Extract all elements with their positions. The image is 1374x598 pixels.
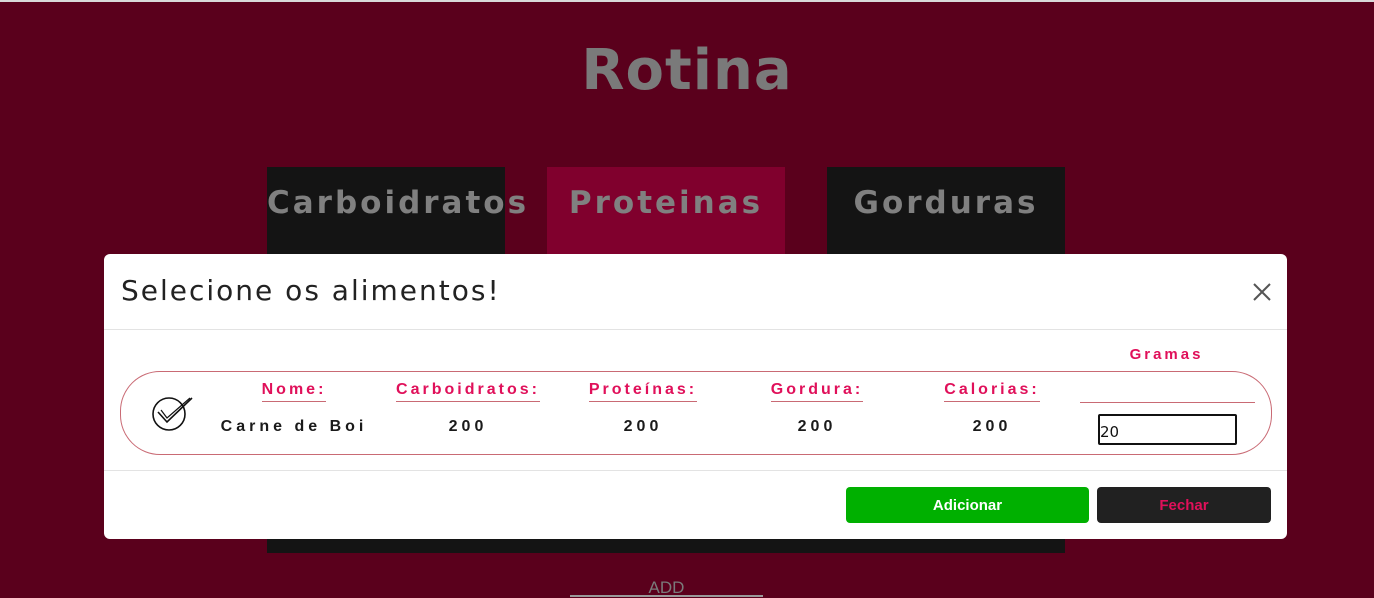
item-proteinas: 200 [623, 418, 663, 435]
column-header-carboidratos: Carboidratos: [396, 381, 540, 402]
column-calorias: Calorias: 200 [906, 381, 1078, 436]
item-gordura: 200 [797, 418, 837, 435]
gramas-input[interactable] [1098, 414, 1237, 445]
column-header-nome: Nome: [261, 381, 327, 402]
add-underline [570, 595, 763, 597]
close-icon[interactable] [1250, 280, 1274, 304]
modal-footer-divider [104, 470, 1287, 471]
item-calorias: 200 [972, 418, 1012, 435]
add-button[interactable]: Adicionar [846, 487, 1089, 523]
column-proteinas: Proteínas: 200 [557, 381, 729, 436]
column-header-calorias: Calorias: [944, 381, 1040, 402]
item-carboidratos: 200 [448, 418, 488, 435]
page-title: Rotina [581, 38, 793, 103]
column-header-gordura: Gordura: [770, 381, 864, 402]
tab-carboidratos[interactable]: Carboidratos [267, 167, 526, 257]
gramas-label: Gramas [1129, 346, 1204, 363]
food-select-modal: Selecione os alimentos! Gramas Nome: Car… [104, 254, 1287, 539]
check-icon[interactable] [150, 394, 194, 432]
close-button[interactable]: Fechar [1097, 487, 1271, 523]
column-gordura: Gordura: 200 [731, 381, 903, 436]
top-border [0, 0, 1374, 2]
item-nome: Carne de Boi [220, 418, 368, 435]
tab-gorduras[interactable]: Gorduras [827, 167, 1065, 257]
modal-header: Selecione os alimentos! [104, 254, 1287, 330]
column-header-proteinas: Proteínas: [588, 381, 698, 402]
tab-proteinas[interactable]: Proteinas [547, 167, 785, 257]
column-carboidratos: Carboidratos: 200 [382, 381, 554, 436]
column-nome: Nome: Carne de Boi [204, 381, 384, 436]
gramas-underline [1080, 402, 1255, 403]
modal-title: Selecione os alimentos! [121, 274, 501, 307]
